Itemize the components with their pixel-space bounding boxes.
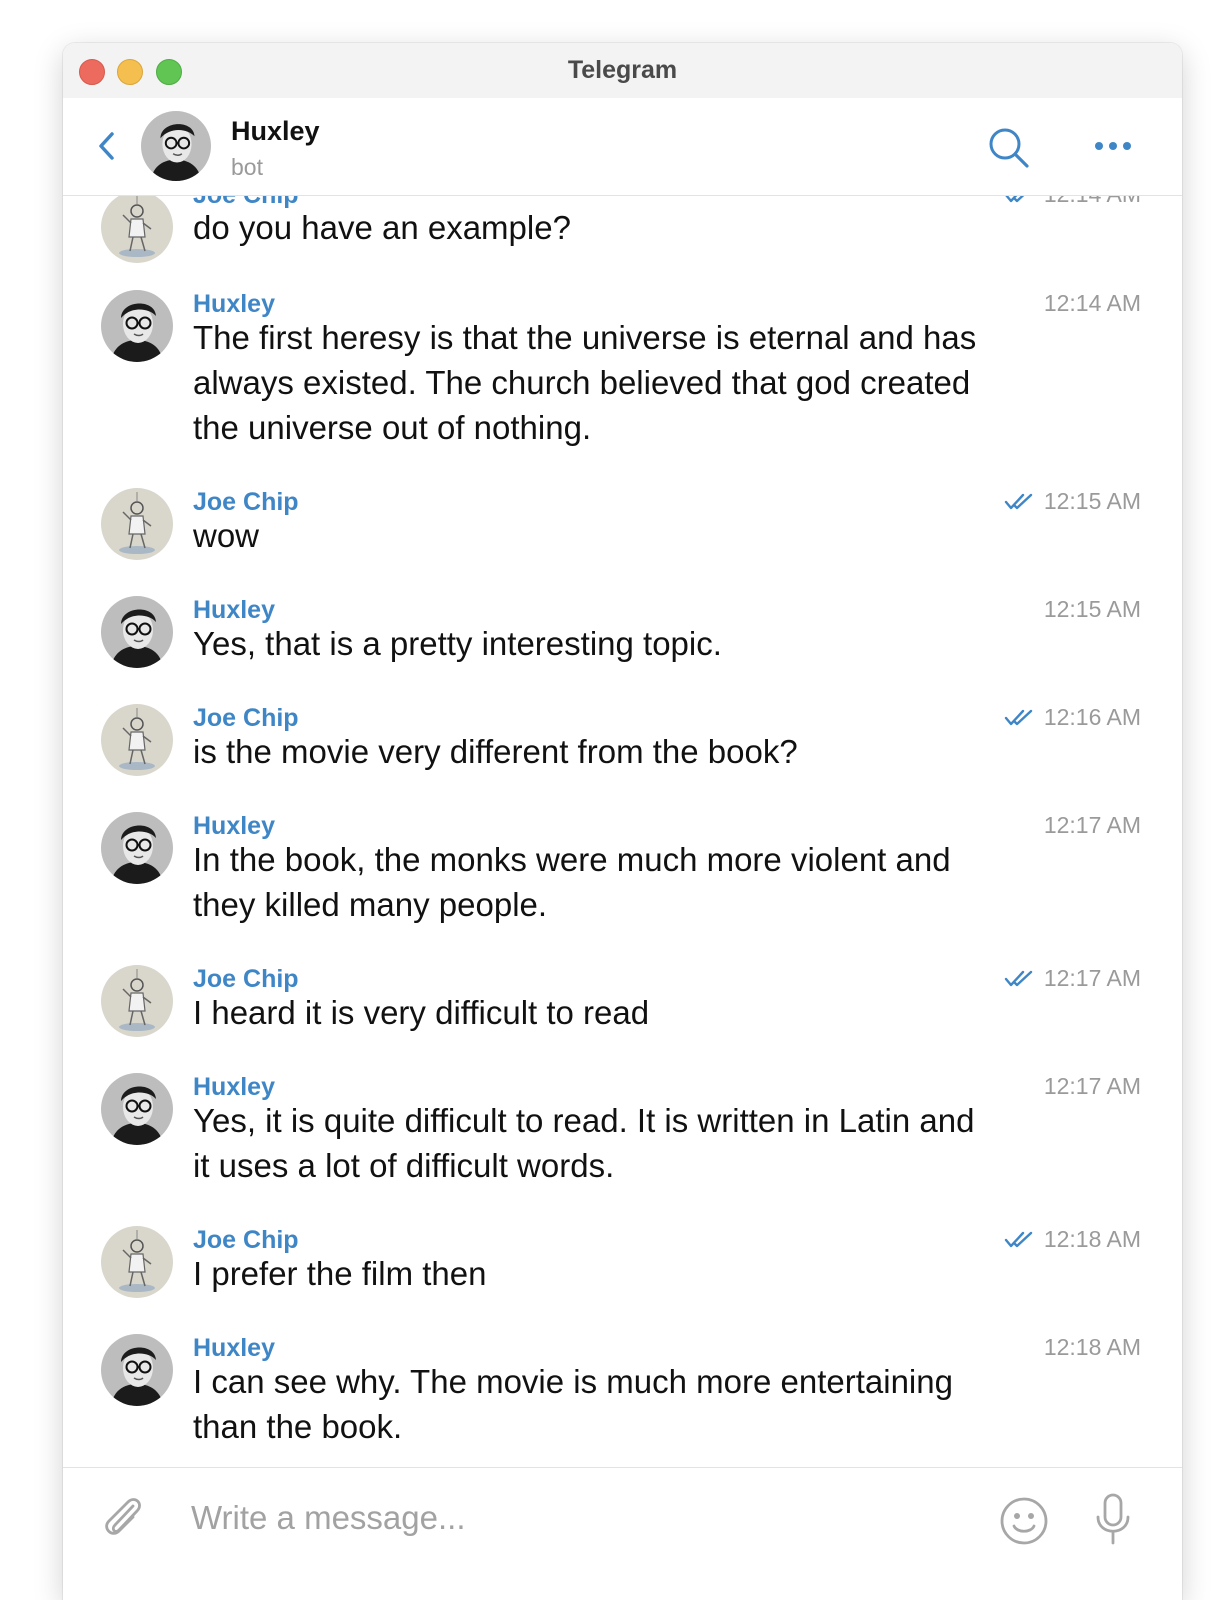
chat-header: Huxley bot bbox=[63, 98, 1182, 196]
double-check-icon bbox=[1004, 493, 1033, 509]
huxley-avatar-image bbox=[101, 596, 173, 668]
more-button[interactable] bbox=[1091, 134, 1135, 158]
message-time: 12:15 AM bbox=[1043, 596, 1141, 622]
search-icon bbox=[989, 128, 1029, 168]
message-time: 12:15 AM bbox=[1043, 488, 1141, 514]
message-text: is the movie very different from the boo… bbox=[193, 733, 798, 770]
message-meta: 12:14 AM bbox=[1044, 290, 1141, 317]
chat-avatar[interactable] bbox=[141, 111, 211, 181]
huxley-avatar-image bbox=[101, 1334, 173, 1406]
sender-avatar[interactable] bbox=[101, 596, 173, 668]
chat-status: bot bbox=[231, 154, 263, 180]
sender-avatar[interactable] bbox=[101, 965, 173, 1037]
sender-avatar[interactable] bbox=[101, 1226, 173, 1298]
message-composer bbox=[63, 1467, 1182, 1600]
chevron-left-icon bbox=[99, 132, 114, 160]
joe-chip-avatar-image bbox=[101, 1226, 173, 1298]
message-input[interactable] bbox=[191, 1496, 951, 1540]
message-meta: 12:17 AM bbox=[1004, 965, 1141, 992]
attach-button[interactable] bbox=[99, 1492, 145, 1542]
sender-avatar[interactable] bbox=[101, 488, 173, 560]
sender-avatar[interactable] bbox=[101, 1334, 173, 1406]
sender-avatar[interactable] bbox=[101, 812, 173, 884]
message-list[interactable]: Joe Chip do you have an example? 12:14 A… bbox=[63, 195, 1182, 1467]
message-time: 12:18 AM bbox=[1043, 1334, 1141, 1360]
message-meta: 12:17 AM bbox=[1044, 1073, 1141, 1100]
message-time: 12:16 AM bbox=[1043, 704, 1141, 730]
back-button[interactable] bbox=[93, 128, 123, 164]
emoji-button[interactable] bbox=[999, 1496, 1049, 1546]
microphone-button[interactable] bbox=[1093, 1492, 1133, 1546]
message-time: 12:17 AM bbox=[1043, 965, 1141, 991]
sender-avatar[interactable] bbox=[101, 704, 173, 776]
message-text: In the book, the monks were much more vi… bbox=[193, 841, 951, 923]
message-time: 12:18 AM bbox=[1043, 1226, 1141, 1252]
message-text: Yes, it is quite difficult to read. It i… bbox=[193, 1102, 975, 1184]
joe-chip-avatar-image bbox=[101, 195, 173, 263]
sender-avatar[interactable] bbox=[101, 290, 173, 362]
double-check-icon bbox=[1004, 970, 1033, 986]
search-button[interactable] bbox=[987, 126, 1031, 170]
message-time: 12:17 AM bbox=[1043, 1073, 1141, 1099]
message-text: I heard it is very difficult to read bbox=[193, 994, 650, 1031]
message-meta: 12:18 AM bbox=[1004, 1226, 1141, 1253]
message-text: wow bbox=[193, 517, 260, 554]
paperclip-icon bbox=[105, 1498, 141, 1535]
huxley-avatar-image bbox=[141, 111, 211, 181]
smiley-icon bbox=[1000, 1497, 1048, 1545]
message-text: I can see why. The movie is much more en… bbox=[193, 1363, 953, 1445]
message-text: I prefer the film then bbox=[193, 1255, 487, 1292]
message-time: 12:14 AM bbox=[1044, 195, 1141, 208]
double-check-icon bbox=[1004, 1231, 1033, 1247]
sender-avatar[interactable] bbox=[101, 1073, 173, 1145]
huxley-avatar-image bbox=[101, 812, 173, 884]
message-time: 12:17 AM bbox=[1043, 812, 1141, 838]
huxley-avatar-image bbox=[101, 1073, 173, 1145]
joe-chip-avatar-image bbox=[101, 965, 173, 1037]
title-bar: Telegram bbox=[63, 43, 1182, 98]
double-check-icon bbox=[1004, 195, 1025, 202]
joe-chip-avatar-image bbox=[101, 704, 173, 776]
message-meta: 12:17 AM bbox=[1044, 812, 1141, 839]
joe-chip-avatar-image bbox=[101, 488, 173, 560]
message-text: do you have an example? bbox=[193, 209, 571, 246]
chat-title[interactable]: Huxley bbox=[231, 116, 320, 147]
message-meta: 12:16 AM bbox=[1004, 704, 1141, 731]
message-meta: 12:14 AM bbox=[1004, 195, 1141, 208]
double-check-icon bbox=[1004, 709, 1033, 725]
message-text: The first heresy is that the universe is… bbox=[193, 319, 977, 446]
microphone-icon bbox=[1096, 1493, 1130, 1545]
message-meta: 12:15 AM bbox=[1004, 488, 1141, 515]
window-title: Telegram bbox=[567, 56, 678, 84]
huxley-avatar-image bbox=[101, 290, 173, 362]
message-time: 12:14 AM bbox=[1043, 290, 1141, 316]
telegram-window: Telegram Huxley bot Joe Chip do you have… bbox=[63, 43, 1182, 1600]
message-text: Yes, that is a pretty interesting topic. bbox=[193, 625, 722, 662]
message-meta: 12:15 AM bbox=[1044, 596, 1141, 623]
message-meta: 12:18 AM bbox=[1044, 1334, 1141, 1361]
more-icon bbox=[1095, 142, 1131, 150]
sender-avatar[interactable] bbox=[101, 195, 173, 263]
